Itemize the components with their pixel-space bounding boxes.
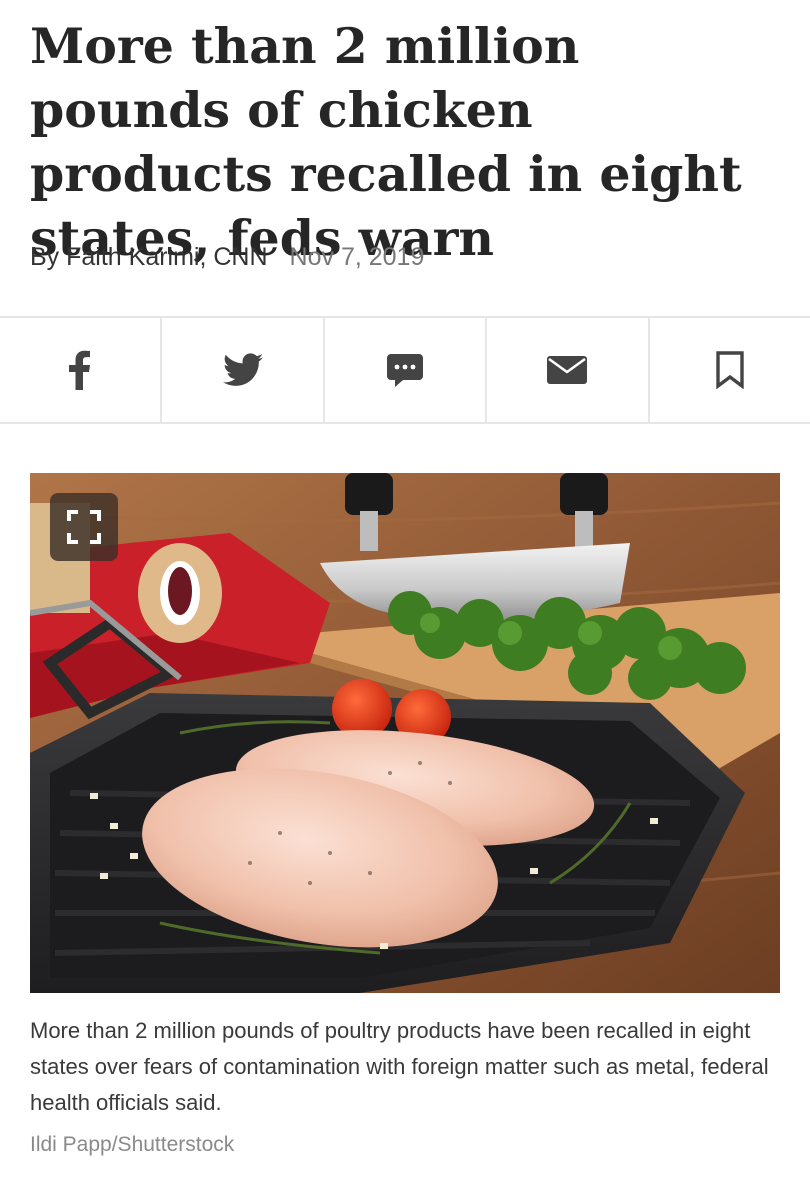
photo-credit: Ildi Papp/Shutterstock xyxy=(30,1133,235,1156)
comment-button[interactable] xyxy=(325,318,488,422)
share-bar xyxy=(0,316,810,424)
expand-icon xyxy=(67,510,101,544)
facebook-icon xyxy=(69,350,91,390)
twitter-share-button[interactable] xyxy=(162,318,325,422)
bookmark-button[interactable] xyxy=(650,318,810,422)
publish-date: Nov 7, 2019 xyxy=(289,243,425,271)
comment-icon xyxy=(387,354,424,387)
facebook-share-button[interactable] xyxy=(0,318,163,422)
email-icon xyxy=(547,356,588,384)
article-headline: More than 2 million pounds of chicken pr… xyxy=(30,17,742,267)
email-share-button[interactable] xyxy=(487,318,650,422)
article-photo[interactable] xyxy=(30,473,780,993)
author-byline[interactable]: By Faith Karimi, CNN xyxy=(30,243,268,271)
twitter-icon xyxy=(222,353,263,386)
byline-row: By Faith Karimi, CNN Nov 7, 2019 xyxy=(30,240,424,274)
expand-photo-button[interactable] xyxy=(50,493,118,561)
chicken-breast-photo xyxy=(30,473,780,993)
bookmark-icon xyxy=(716,351,744,389)
photo-caption: More than 2 million pounds of poultry pr… xyxy=(30,1018,769,1115)
